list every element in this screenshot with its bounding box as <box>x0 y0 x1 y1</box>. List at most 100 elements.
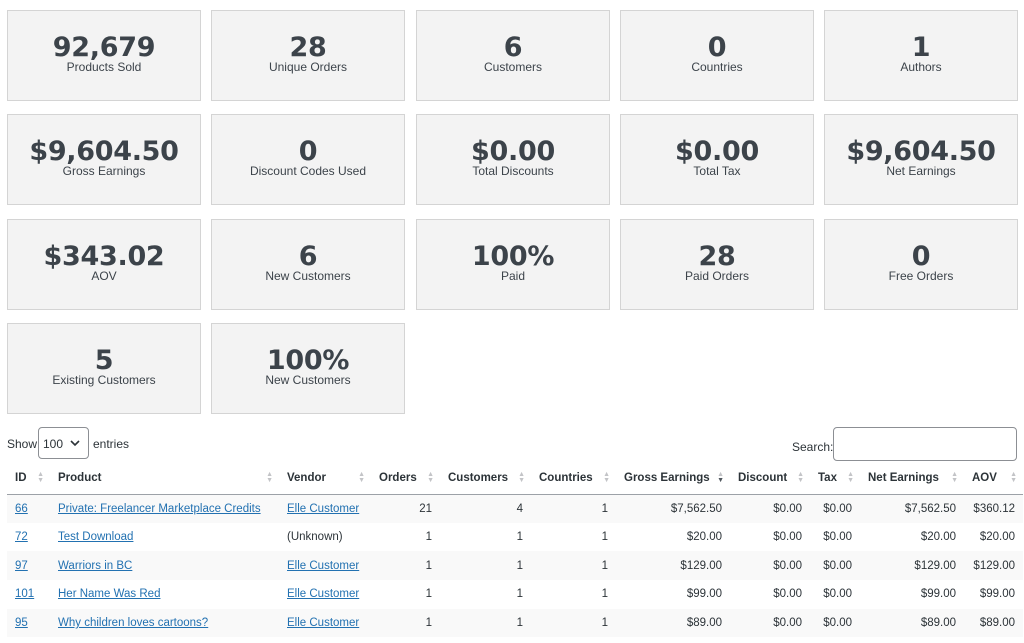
column-header-countries[interactable]: Countries ▲ ▼ <box>531 462 616 495</box>
table-row: 101 Her Name Was Red Elle Customer 1 1 1… <box>7 580 1023 609</box>
tax-cell: $0.00 <box>810 608 860 638</box>
product-id-link[interactable]: 66 <box>15 503 28 515</box>
vendor-link[interactable]: Elle Customer <box>287 560 359 572</box>
gross-earnings-cell: $99.00 <box>686 588 722 601</box>
countries-cell: 1 <box>531 608 616 638</box>
page-length-select[interactable]: 100 <box>38 427 89 459</box>
stat-card: 100% New Customers <box>211 323 405 414</box>
stat-label: Paid Orders <box>684 269 750 283</box>
product-name-link[interactable]: Test Download <box>58 531 133 543</box>
show-label: Show <box>7 437 38 451</box>
tax-cell: $0.00 <box>810 494 860 523</box>
stat-label: Customers <box>483 60 542 74</box>
customers-cell: 1 <box>440 608 531 638</box>
customers-cell: 1 <box>516 588 523 601</box>
product-id-link[interactable]: 101 <box>15 588 34 600</box>
vendor-link[interactable]: Elle Customer <box>287 617 359 629</box>
stat-card: $0.00 Total Discounts <box>416 114 610 205</box>
table-row: 72 Test Download (Unknown) 1 1 1 $20.00 … <box>7 523 1023 552</box>
stat-label: Total Tax <box>693 164 741 178</box>
stat-card: 6 New Customers <box>211 219 405 310</box>
sort-icon: ▲ ▼ <box>37 471 44 484</box>
stat-label: Products Sold <box>66 60 142 74</box>
stat-card: $9,604.50 Net Earnings <box>824 114 1018 205</box>
table-row: 97 Warriors in BC Elle Customer 1 1 1 $1… <box>7 551 1023 581</box>
sort-icon: ▲ ▼ <box>603 471 610 484</box>
tax-cell: $0.00 <box>823 531 852 544</box>
stat-label: Countries <box>691 60 743 74</box>
net-earnings-cell: $7,562.50 <box>860 494 964 523</box>
gross-earnings-cell: $129.00 <box>616 551 730 581</box>
product-name-link[interactable]: Her Name Was Red <box>58 588 160 600</box>
aov-cell: $129.00 <box>964 551 1023 581</box>
sort-icon: ▲ ▼ <box>847 471 854 484</box>
sort-icon: ▲ ▼ <box>717 471 724 484</box>
search-input[interactable] <box>833 427 1017 461</box>
orders-cell: 21 <box>371 494 440 523</box>
stat-card: 0 Discount Codes Used <box>211 114 405 205</box>
product-name-link[interactable]: Warriors in BC <box>58 560 132 572</box>
vendor-link[interactable]: Elle Customer <box>287 588 359 600</box>
stat-label: Discount Codes Used <box>249 164 367 178</box>
sort-icon: ▲ ▼ <box>358 471 365 484</box>
customers-cell: 1 <box>516 531 523 544</box>
stat-card: $0.00 Total Tax <box>620 114 814 205</box>
vendor-cell: (Unknown) <box>287 531 343 544</box>
table-row: 66 Private: Freelancer Marketplace Credi… <box>7 494 1023 523</box>
column-header-product[interactable]: Product ▲ ▼ <box>50 462 279 495</box>
tax-cell: $0.00 <box>810 551 860 581</box>
column-header-net-earnings[interactable]: Net Earnings ▲ ▼ <box>860 462 964 495</box>
stat-label: AOV <box>91 269 117 283</box>
product-name-link[interactable]: Private: Freelancer Marketplace Credits <box>58 503 261 515</box>
stat-label: Paid <box>500 269 526 283</box>
discount-cell: $0.00 <box>773 588 802 601</box>
column-header-tax[interactable]: Tax ▲ ▼ <box>810 462 860 495</box>
sort-icon: ▲ ▼ <box>518 471 525 484</box>
product-id-link[interactable]: 97 <box>15 560 28 572</box>
net-earnings-cell: $89.00 <box>860 608 964 638</box>
product-id-link[interactable]: 95 <box>15 617 28 629</box>
column-header-customers[interactable]: Customers ▲ ▼ <box>440 462 531 495</box>
stat-label: Unique Orders <box>268 60 348 74</box>
table-row: 95 Why children loves cartoons? Elle Cus… <box>7 608 1023 638</box>
stat-card: 100% Paid <box>416 219 610 310</box>
net-earnings-cell: $99.00 <box>920 588 956 601</box>
stat-label: Total Discounts <box>472 164 554 178</box>
column-header-gross-earnings[interactable]: Gross Earnings ▲ ▼ <box>616 462 730 495</box>
tax-cell: $0.00 <box>823 588 852 601</box>
discount-cell: $0.00 <box>730 551 810 581</box>
entries-label: entries <box>93 437 130 451</box>
product-id-link[interactable]: 72 <box>15 531 28 543</box>
stat-label: Existing Customers <box>52 373 156 387</box>
column-header-id[interactable]: ID ▲ ▼ <box>7 462 50 495</box>
discount-cell: $0.00 <box>730 494 810 523</box>
aov-cell: $20.00 <box>979 531 1015 544</box>
discount-cell: $0.00 <box>730 608 810 638</box>
column-header-vendor[interactable]: Vendor ▲ ▼ <box>279 462 371 495</box>
countries-cell: 1 <box>531 551 616 581</box>
stat-card: 0 Free Orders <box>824 219 1018 310</box>
search-label: Search: <box>792 440 834 454</box>
sort-icon: ▲ ▼ <box>797 471 804 484</box>
column-header-aov[interactable]: AOV ▲ ▼ <box>964 462 1023 495</box>
vendor-link[interactable]: Elle Customer <box>287 503 359 515</box>
stat-card: 6 Customers <box>416 10 610 101</box>
sort-icon: ▲ ▼ <box>427 471 434 484</box>
chevron-down-icon <box>70 440 80 447</box>
sort-icon: ▲ ▼ <box>266 471 273 484</box>
orders-cell: 1 <box>371 608 440 638</box>
net-earnings-cell: $129.00 <box>860 551 964 581</box>
customers-cell: 4 <box>440 494 531 523</box>
products-table: ID ▲ ▼ Product ▲ ▼ Vendor ▲ ▼ Orders ▲ ▼ Custome… <box>7 462 1023 638</box>
stat-card: $343.02 AOV <box>7 219 201 310</box>
stat-card: 1 Authors <box>824 10 1018 101</box>
countries-cell: 1 <box>601 588 608 601</box>
stat-card: 28 Unique Orders <box>211 10 405 101</box>
sort-icon: ▲ ▼ <box>1010 471 1017 484</box>
product-name-link[interactable]: Why children loves cartoons? <box>58 617 208 629</box>
page-length-value: 100 <box>43 437 64 451</box>
aov-cell: $89.00 <box>964 608 1023 638</box>
column-header-orders[interactable]: Orders ▲ ▼ <box>371 462 440 495</box>
column-header-discount[interactable]: Discount ▲ ▼ <box>730 462 810 495</box>
aov-cell: $360.12 <box>964 494 1023 523</box>
